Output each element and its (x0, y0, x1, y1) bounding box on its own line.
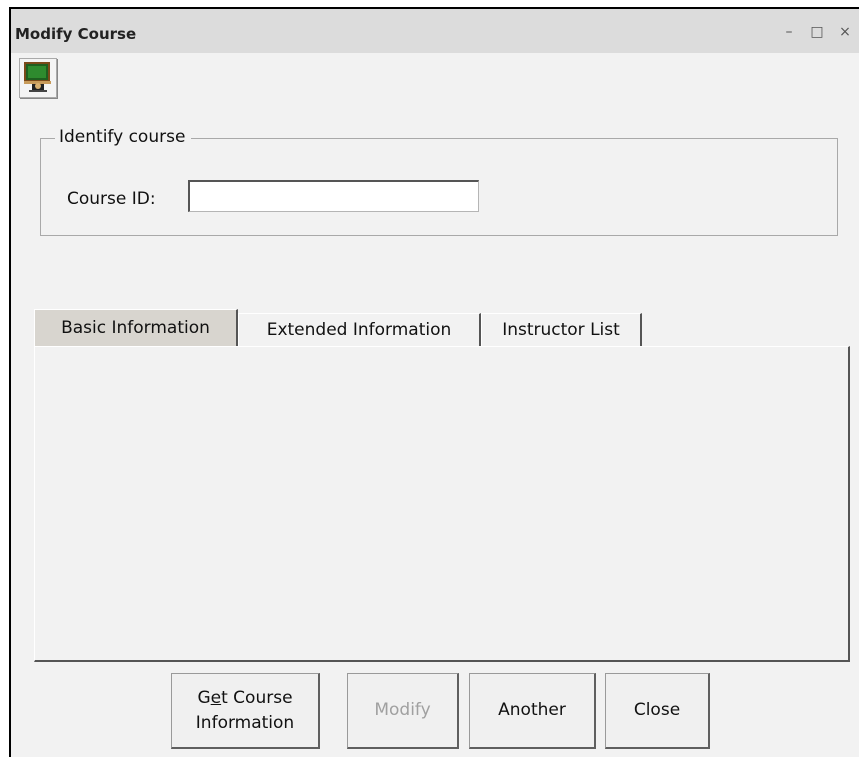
get-course-information-label: Get Course Information (196, 686, 294, 736)
close-button[interactable]: Close (605, 673, 710, 749)
tab-instructor-list[interactable]: Instructor List (481, 313, 642, 347)
tab-panel-basic-information (34, 346, 850, 662)
modify-course-window: Modify Course – □ × Identify course Course… (9, 7, 859, 757)
course-id-input[interactable] (188, 180, 479, 212)
another-button[interactable]: Another (469, 673, 596, 749)
tab-basic-information[interactable]: Basic Information (34, 309, 238, 347)
window-controls: – □ × (769, 24, 853, 40)
classroom-board-icon (24, 62, 51, 92)
minimize-icon[interactable]: – (781, 24, 797, 40)
course-id-label: Course ID: (67, 189, 156, 209)
title-bar[interactable]: Modify Course – □ × (11, 9, 859, 53)
get-course-information-line2: Information (195, 712, 295, 733)
modify-button[interactable]: Modify (347, 673, 459, 749)
window-title: Modify Course (15, 25, 137, 43)
get-course-information-line1: Get Course (197, 687, 293, 708)
get-course-information-button[interactable]: Get Course Information (171, 673, 320, 749)
maximize-icon[interactable]: □ (809, 24, 825, 40)
toolbar-course-button[interactable] (19, 58, 57, 98)
mnemonic-underline: e (210, 687, 222, 708)
close-icon[interactable]: × (837, 24, 853, 40)
tab-extended-information[interactable]: Extended Information (238, 313, 481, 347)
identify-course-legend: Identify course (55, 127, 192, 147)
